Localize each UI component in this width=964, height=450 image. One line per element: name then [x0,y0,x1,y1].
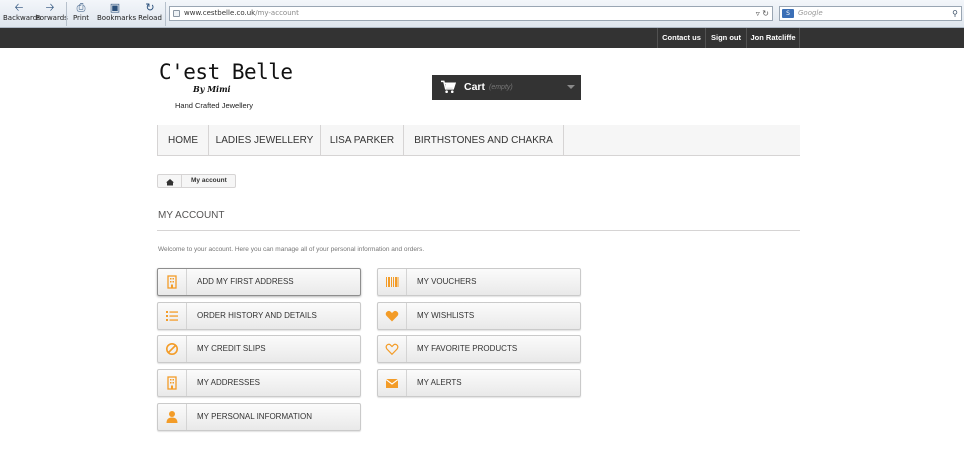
sign-out-link[interactable]: Sign out [705,28,746,48]
order-history-button[interactable]: ORDER HISTORY AND DETAILS [157,302,361,330]
breadcrumb: My account [157,174,236,188]
bookmarks-button[interactable]: ▣ Bookmarks [97,1,136,27]
cart-icon [441,80,456,93]
user-account-link[interactable]: Jon Ratcliffe [746,28,800,48]
welcome-text: Welcome to your account. Here you can ma… [158,246,425,253]
my-vouchers-button[interactable]: MY VOUCHERS [377,268,581,296]
divider [157,230,800,231]
menu-item-lisa-parker[interactable]: LISA PARKER [321,125,404,156]
my-alerts-button[interactable]: MY ALERTS [377,369,581,397]
url-dropdown-reload-icon[interactable]: ▿ ↻ [756,7,769,20]
building-icon [158,269,187,295]
main-menu: HOME LADIES JEWELLERY LISA PARKER BIRTHS… [157,125,800,156]
reload-button[interactable]: ↻ Reload [138,1,162,27]
search-input[interactable]: S Google ⚲ [779,6,962,21]
reload-icon: ↻ [145,1,155,14]
forward-button[interactable]: 🡢 Forwards [36,1,68,27]
printer-icon: ⎙ [76,1,86,14]
search-icon[interactable]: ⚲ [952,7,958,20]
top-bar: Contact us Sign out Jon Ratcliffe [0,28,964,48]
arrow-right-icon: 🡢 [45,1,55,14]
chevron-down-icon [567,85,575,89]
menu-item-home[interactable]: HOME [157,125,209,156]
envelope-icon [378,370,407,396]
url-path: /my-account [255,9,299,17]
menu-item-birthstones-chakra[interactable]: BIRTHSTONES AND CHAKRA [404,125,564,156]
favorite-products-button[interactable]: MY FAVORITE PRODUCTS [377,335,581,363]
url-domain: www.cestbelle.co.uk [184,9,256,17]
browser-toolbar: 🡠 Backwards 🡢 Forwards ⎙ Print ▣ Bookmar… [0,0,964,28]
breadcrumb-current: My account [191,177,227,184]
logo-tagline: Hand Crafted Jewellery [175,101,253,110]
page-icon [173,10,180,17]
credit-slips-button[interactable]: MY CREDIT SLIPS [157,335,361,363]
add-first-address-button[interactable]: ADD MY FIRST ADDRESS [157,268,361,296]
page-title: MY ACCOUNT [158,210,225,221]
bookmarks-icon: ▣ [109,1,121,14]
cart-status: (empty) [489,84,513,91]
home-icon[interactable] [158,175,182,187]
print-button[interactable]: ⎙ Print [70,1,92,27]
cart-label: Cart [464,81,486,93]
personal-information-button[interactable]: MY PERSONAL INFORMATION [157,403,361,431]
logo-subtitle: By Mimi [193,84,231,94]
heart-icon [378,303,407,329]
arrow-left-icon: 🡠 [14,1,24,14]
heart-outline-icon [378,336,407,362]
contact-us-link[interactable]: Contact us [657,28,705,48]
user-icon [158,404,187,430]
search-engine-icon[interactable]: S [782,9,794,18]
cart-button[interactable]: Cart (empty) [432,75,581,100]
my-wishlists-button[interactable]: MY WISHLISTS [377,302,581,330]
menu-item-ladies-jewellery[interactable]: LADIES JEWELLERY [209,125,321,156]
ban-icon [158,336,187,362]
list-icon [158,303,187,329]
logo-title: C'est Belle [159,60,293,84]
building-icon [158,370,187,396]
back-button[interactable]: 🡠 Backwards [3,1,41,27]
my-addresses-button[interactable]: MY ADDRESSES [157,369,361,397]
address-bar[interactable]: www.cestbelle.co.uk/my-account ▿ ↻ [169,6,773,21]
barcode-icon [378,269,407,295]
